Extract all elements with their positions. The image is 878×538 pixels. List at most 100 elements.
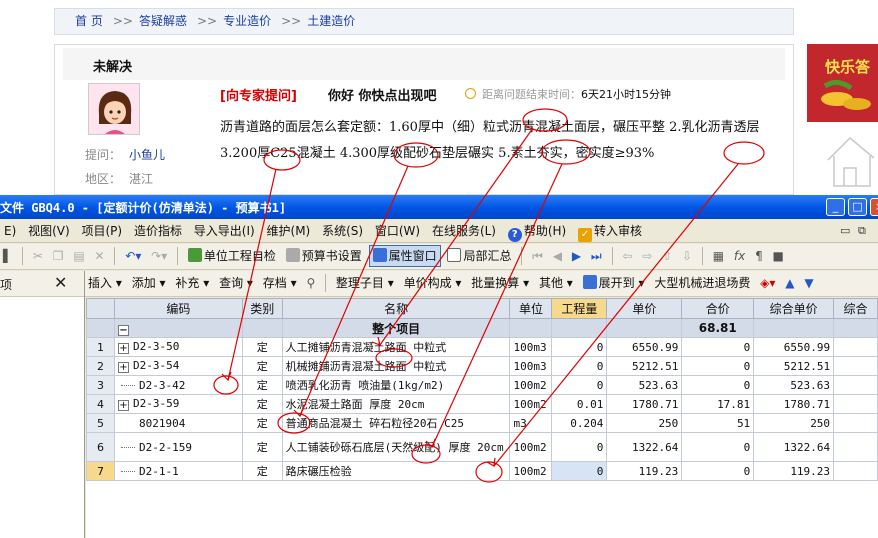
asker-name-link[interactable]: 小鱼儿 [129,148,165,162]
table-row[interactable]: 1 + D2-3-50 定 人工摊铺沥青混凝土路面 中粒式 100m3 0 655… [86,337,878,357]
redo-icon[interactable]: ↷▾ [148,244,170,268]
cube-icon[interactable]: ■ [770,244,787,268]
prev-record-icon[interactable]: ◀ [550,244,565,268]
menu-system[interactable]: 系统(S) [318,219,367,243]
row-name[interactable]: 人工摊铺沥青混凝土路面 中粒式 [281,337,511,357]
expand-to-button[interactable]: 展开到 ▾ [580,271,648,295]
header-amount[interactable]: 合价 [681,298,755,319]
header-total[interactable]: 综合 [833,298,878,319]
header-price[interactable]: 单价 [606,298,683,319]
query-button[interactable]: 查询 ▾ [216,271,256,295]
table-row[interactable]: 2 + D2-3-54 定 机械摊铺沥青混凝土路面 中粒式 100m3 0 521… [86,356,878,376]
formula-icon[interactable]: fx [731,244,748,268]
row-unit[interactable]: 100m2 [509,432,553,462]
row-code[interactable]: D2-3-42 [113,375,243,395]
organize-items-button[interactable]: 整理子目 ▾ [333,271,397,295]
row-price[interactable]: 1322.64 [606,432,683,462]
row-name[interactable]: 机械摊铺沥青混凝土路面 中粒式 [281,356,511,376]
breadcrumb-civil[interactable]: 土建造价 [307,14,355,28]
row-code[interactable]: 8021904 [113,413,243,433]
row-type[interactable]: 定 [241,413,283,433]
supplement-button[interactable]: 补充 ▾ [172,271,212,295]
row-code[interactable]: + D2-3-59 [113,394,243,414]
budget-settings-button[interactable]: 预算书设置 [283,244,365,268]
collapse-icon[interactable]: − [117,324,129,336]
row-price[interactable]: 523.63 [606,375,683,395]
partial-summary-checkbox[interactable]: 局部汇总 [444,244,514,268]
row-name[interactable]: 路床碾压检验 [281,461,511,481]
menu-online-service[interactable]: 在线服务(L) [428,219,500,243]
move-up-icon[interactable]: ▲ [782,271,797,295]
arrow-up-icon[interactable]: ⇧ [659,244,675,268]
save-icon[interactable]: ▌ [0,244,15,268]
row-quantity[interactable]: 0 [551,432,608,462]
total-expander[interactable]: − [113,318,243,338]
row-unit[interactable]: 100m3 [509,356,553,376]
row-quantity[interactable]: 0.204 [551,413,608,433]
table-row[interactable]: 4 + D2-3-59 定 水泥混凝土路面 厚度 20cm 100m2 0.01 … [86,394,878,414]
price-composition-button[interactable]: 单价构成 ▾ [401,271,465,295]
property-window-button[interactable]: 属性窗口 [368,245,441,267]
arrow-left-icon[interactable]: ⇦ [619,244,635,268]
table-row[interactable]: 5 8021904 定 普通商品混凝土 碎石粒径20石 C25 m3 0.204… [86,413,878,433]
header-unit[interactable]: 单位 [509,298,553,319]
row-quantity[interactable]: 0 [551,461,608,481]
row-price[interactable]: 119.23 [606,461,683,481]
menu-edit[interactable]: E) [0,219,20,243]
row-type[interactable]: 定 [241,432,283,462]
paragraph-icon[interactable]: ¶ [752,244,766,268]
row-name[interactable]: 水泥混凝土路面 厚度 20cm [281,394,511,414]
batch-convert-button[interactable]: 批量换算 ▾ [468,271,532,295]
avatar[interactable] [88,83,140,135]
cut-icon[interactable]: ✂ [30,244,46,268]
paste-icon[interactable]: ▤ [70,244,87,268]
move-down-icon[interactable]: ▼ [801,271,816,295]
menu-help[interactable]: ? 帮助(H) [504,219,570,243]
row-code[interactable]: D2-2-159 [113,432,243,462]
archive-button[interactable]: 存档 ▾ [260,271,300,295]
menu-project[interactable]: 项目(P) [78,219,127,243]
arrow-down-icon[interactable]: ⇩ [679,244,695,268]
header-unit-total[interactable]: 综合单价 [753,298,835,319]
row-type[interactable]: 定 [241,337,283,357]
insert-button[interactable]: 插入 ▾ [85,271,125,295]
row-code[interactable]: + D2-3-54 [113,356,243,376]
breadcrumb-qa[interactable]: 答疑解惑 [139,14,187,28]
maximize-button[interactable]: □ [848,198,867,216]
unit-project-check-button[interactable]: 单位工程自检 [185,244,279,268]
table-row[interactable]: 6 D2-2-159 定 人工铺装砂砾石底层(天然级配) 厚度 20cm 100… [86,432,878,462]
menu-transfer-audit[interactable]: ✓ 转入审核 [574,219,646,243]
header-type[interactable]: 类别 [241,298,283,319]
row-quantity[interactable]: 0 [551,337,608,357]
other-button[interactable]: 其他 ▾ [536,271,576,295]
close-button[interactable]: × [870,198,878,216]
row-name[interactable]: 喷洒乳化沥青 喷油量(1kg/m2) [281,375,511,395]
breadcrumb-home[interactable]: 首 页 [75,14,103,28]
mdi-window-icon[interactable]: ⧉ [858,224,866,238]
row-name[interactable]: 普通商品混凝土 碎石粒径20石 C25 [281,413,511,433]
row-unit[interactable]: 100m2 [509,461,553,481]
machinery-fee-button[interactable]: 大型机械进退场费 [651,271,753,295]
binoculars-icon[interactable]: ⚲ [303,271,318,295]
row-code[interactable]: + D2-3-50 [113,337,243,357]
copy-icon[interactable]: ❐ [50,244,67,268]
row-price[interactable]: 250 [606,413,683,433]
header-quantity[interactable]: 工程量 [551,298,608,319]
header-name[interactable]: 名称 [281,298,511,319]
row-code[interactable]: D2-1-1 [113,461,243,481]
row-price[interactable]: 5212.51 [606,356,683,376]
arrow-right-icon[interactable]: ⇨ [639,244,655,268]
title-bar[interactable]: 文件 GBQ4.0 - [定额计价(仿清单法) - 预算书1] _ □ × [0,195,878,219]
row-type[interactable]: 定 [241,394,283,414]
ask-expert-link[interactable]: [向专家提问] [220,85,297,104]
paint-bucket-icon[interactable]: ◈▾ [757,271,778,295]
first-record-icon[interactable]: ⏮ [529,244,546,268]
breadcrumb-cost[interactable]: 专业造价 [223,14,271,28]
row-quantity[interactable]: 0.01 [551,394,608,414]
undo-icon[interactable]: ↶▾ [122,244,144,268]
row-unit[interactable]: 100m2 [509,394,553,414]
expand-icon[interactable]: + [117,343,129,354]
delete-icon[interactable]: ✕ [92,244,108,268]
row-type[interactable]: 定 [241,375,283,395]
row-type[interactable]: 定 [241,356,283,376]
